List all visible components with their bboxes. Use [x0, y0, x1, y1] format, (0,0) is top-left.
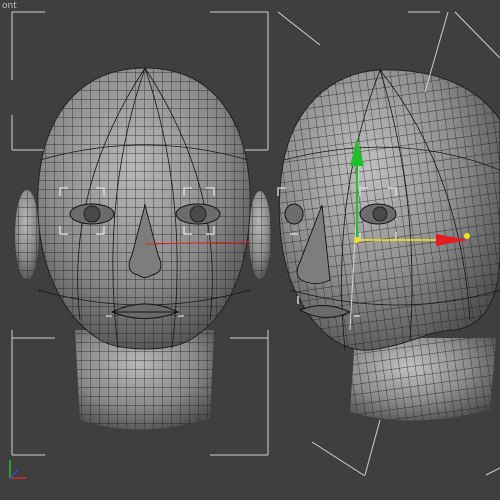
view-axis-tripod — [9, 460, 26, 479]
eye-right-3q — [359, 203, 397, 225]
eye-left — [69, 203, 115, 225]
head-three-quarter-model[interactable] — [277, 69, 500, 421]
eye-left-3q — [284, 203, 304, 225]
perspective-viewport[interactable]: ont — [0, 0, 500, 500]
eye-right — [175, 203, 221, 225]
scene-canvas[interactable] — [0, 0, 500, 500]
head-front-model[interactable] — [15, 67, 271, 430]
